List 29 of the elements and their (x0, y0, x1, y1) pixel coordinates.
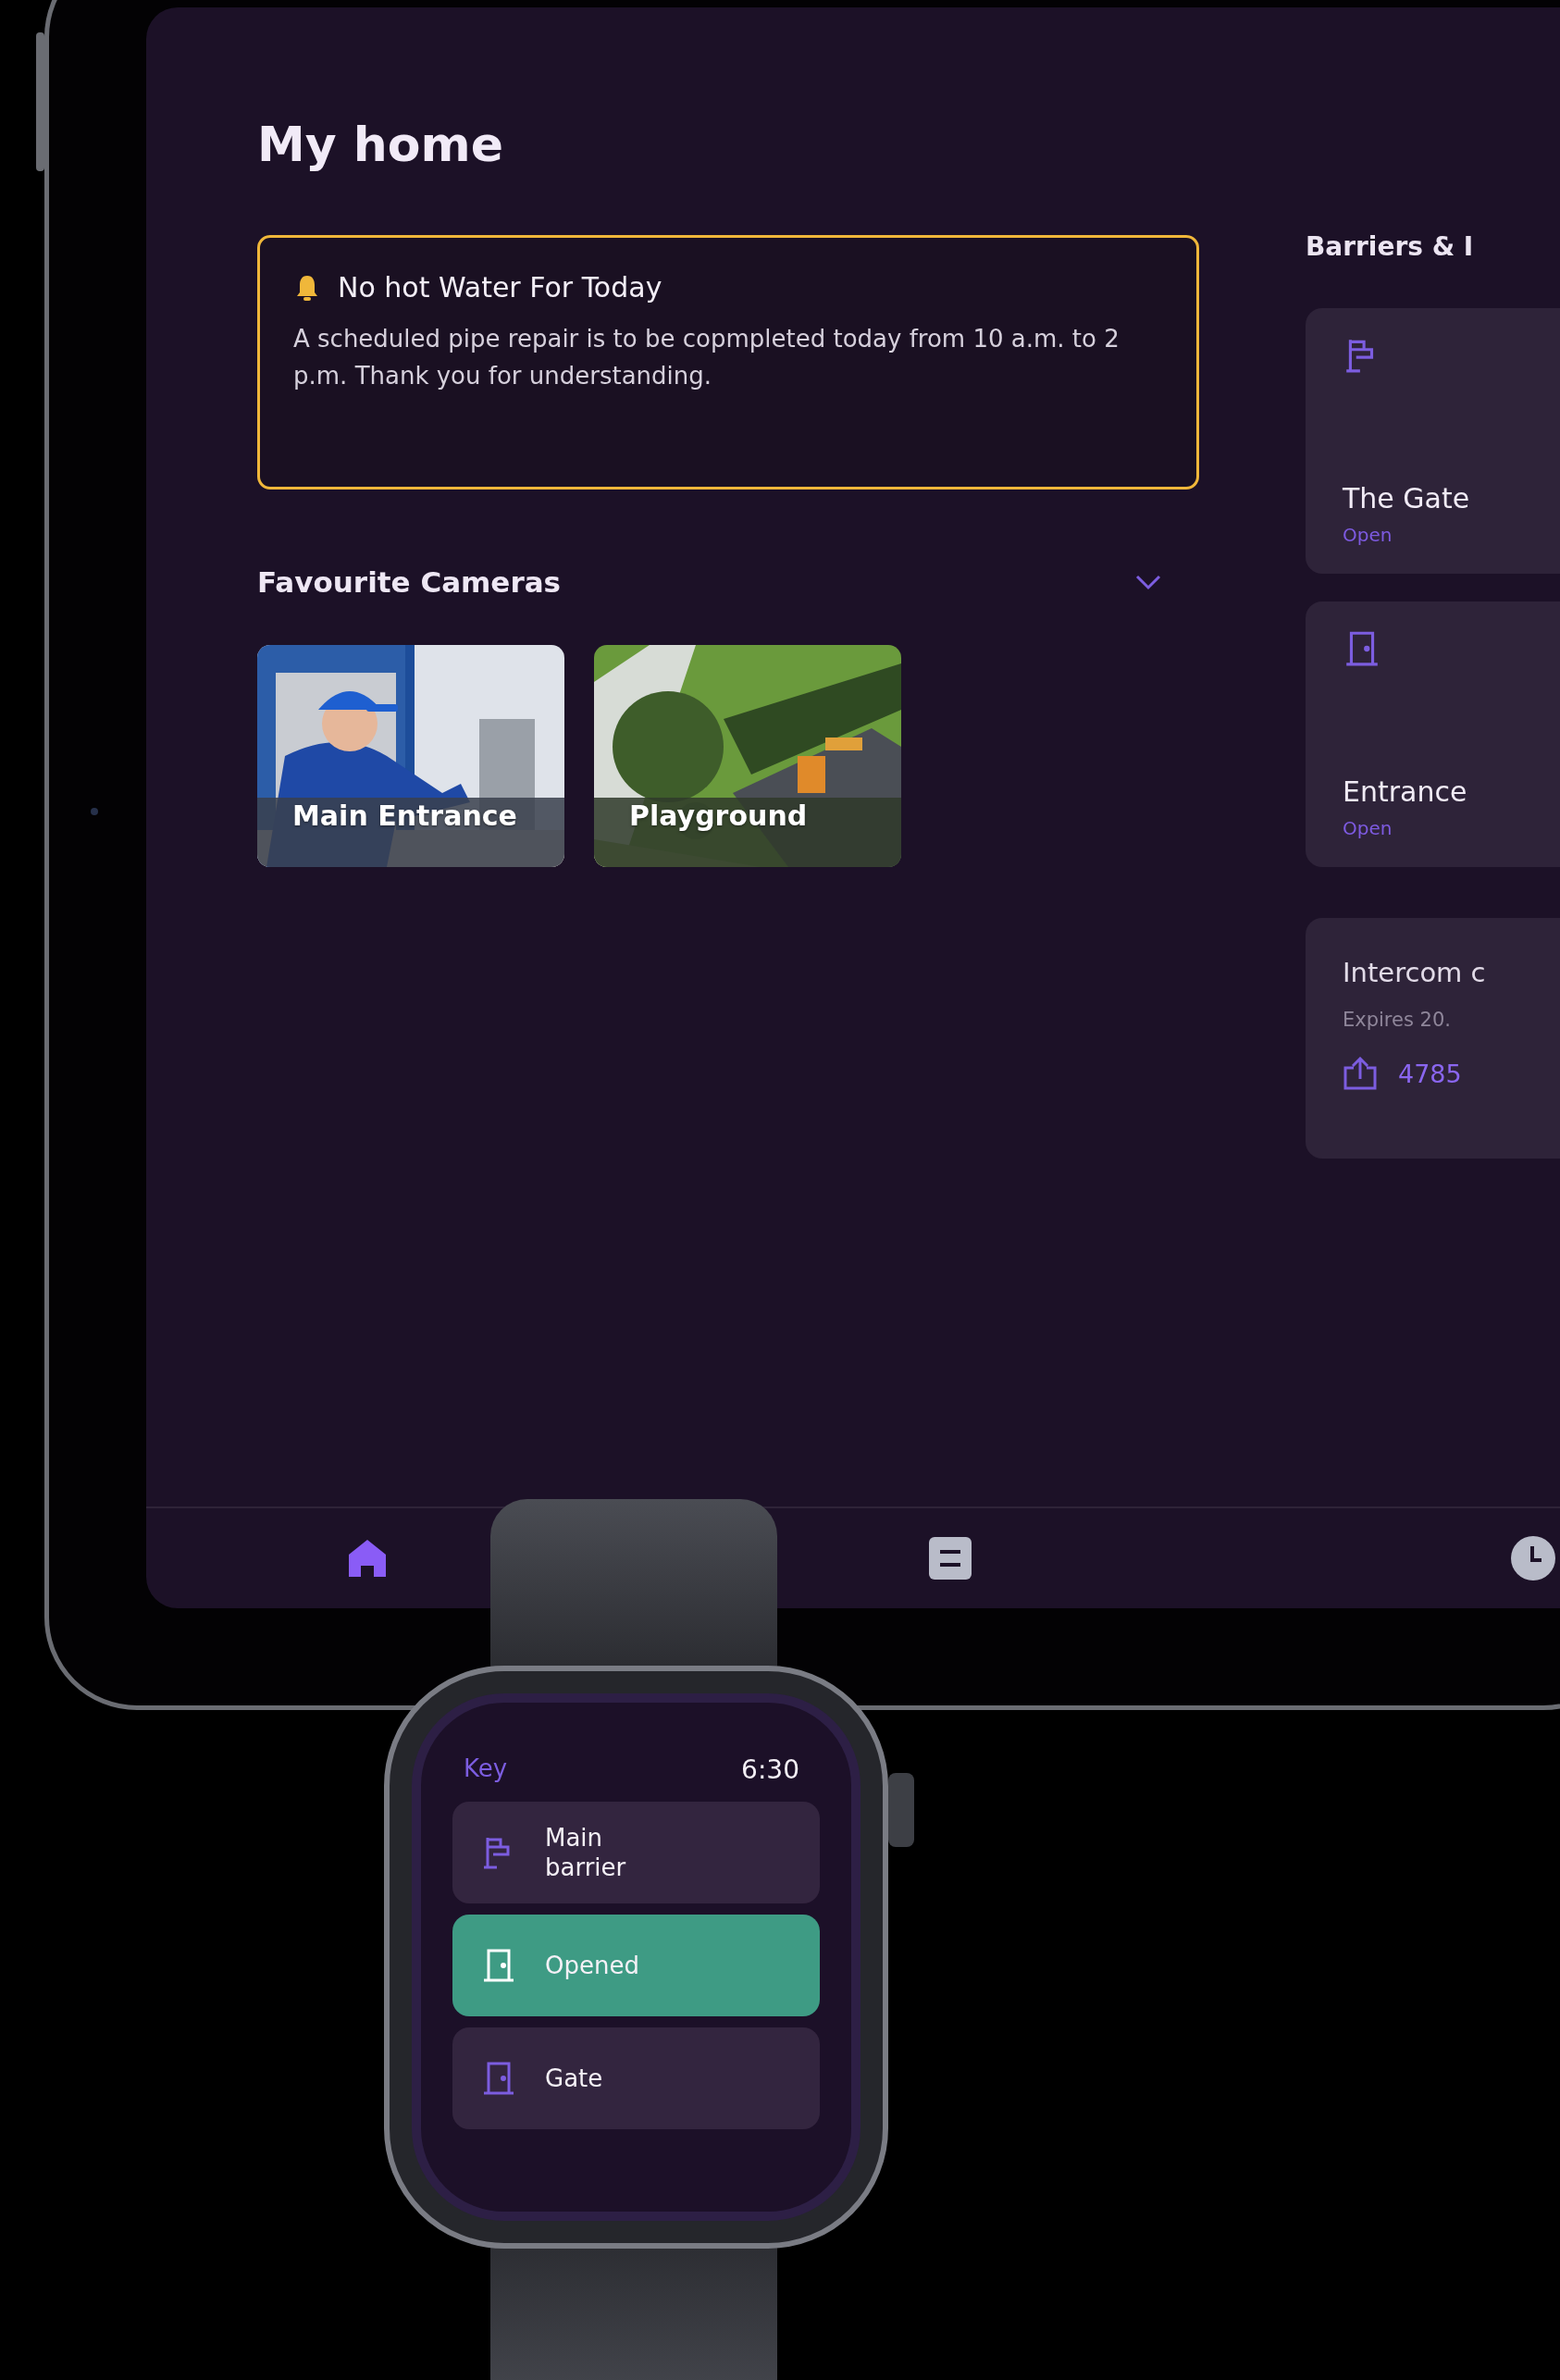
list-icon (929, 1537, 972, 1580)
camera-label: Playground (629, 800, 808, 832)
alert-message: A scheduled pipe repair is to be copmpleted today from 10 a.m. to 2 p.m. Thank you for understanding. (293, 324, 1120, 391)
barrier-status: Open (1343, 817, 1393, 839)
barrier-name: Entrance (1343, 775, 1468, 808)
key-item[interactable]: Main barrier (452, 1802, 820, 1903)
intercom-title: Intercom c (1343, 957, 1487, 988)
camera-lens (91, 808, 98, 815)
camera-tile[interactable]: Main Entrance (257, 645, 564, 867)
camera-label: Main Entrance (292, 800, 517, 832)
clock-icon (1510, 1535, 1556, 1581)
section-title: Barriers & I (1306, 231, 1475, 262)
section-title: Favourite Cameras (257, 565, 562, 599)
expiry-date: Expires 20. (1343, 1009, 1452, 1031)
home-icon (346, 1538, 389, 1579)
share-icon[interactable] (1343, 1057, 1378, 1090)
nav-tab[interactable] (1508, 1533, 1558, 1583)
intercom-code: 4785 (1398, 1059, 1462, 1088)
key-item[interactable]: Gate (452, 2027, 820, 2129)
camera-tile[interactable]: Playground (594, 645, 901, 867)
watch-title: Key (464, 1754, 508, 1784)
barrier-status: Open (1343, 524, 1393, 546)
alert-title: No hot Water For Today (338, 271, 662, 304)
page-title: My home (257, 118, 504, 170)
barrier-card[interactable]: The Gate Open (1306, 308, 1560, 574)
barrier-card[interactable]: Entrance Open (1306, 601, 1560, 867)
watch-time: 6:30 (741, 1754, 799, 1785)
barrier-name: The Gate (1343, 482, 1471, 514)
chevron-down-icon[interactable] (1134, 574, 1162, 590)
